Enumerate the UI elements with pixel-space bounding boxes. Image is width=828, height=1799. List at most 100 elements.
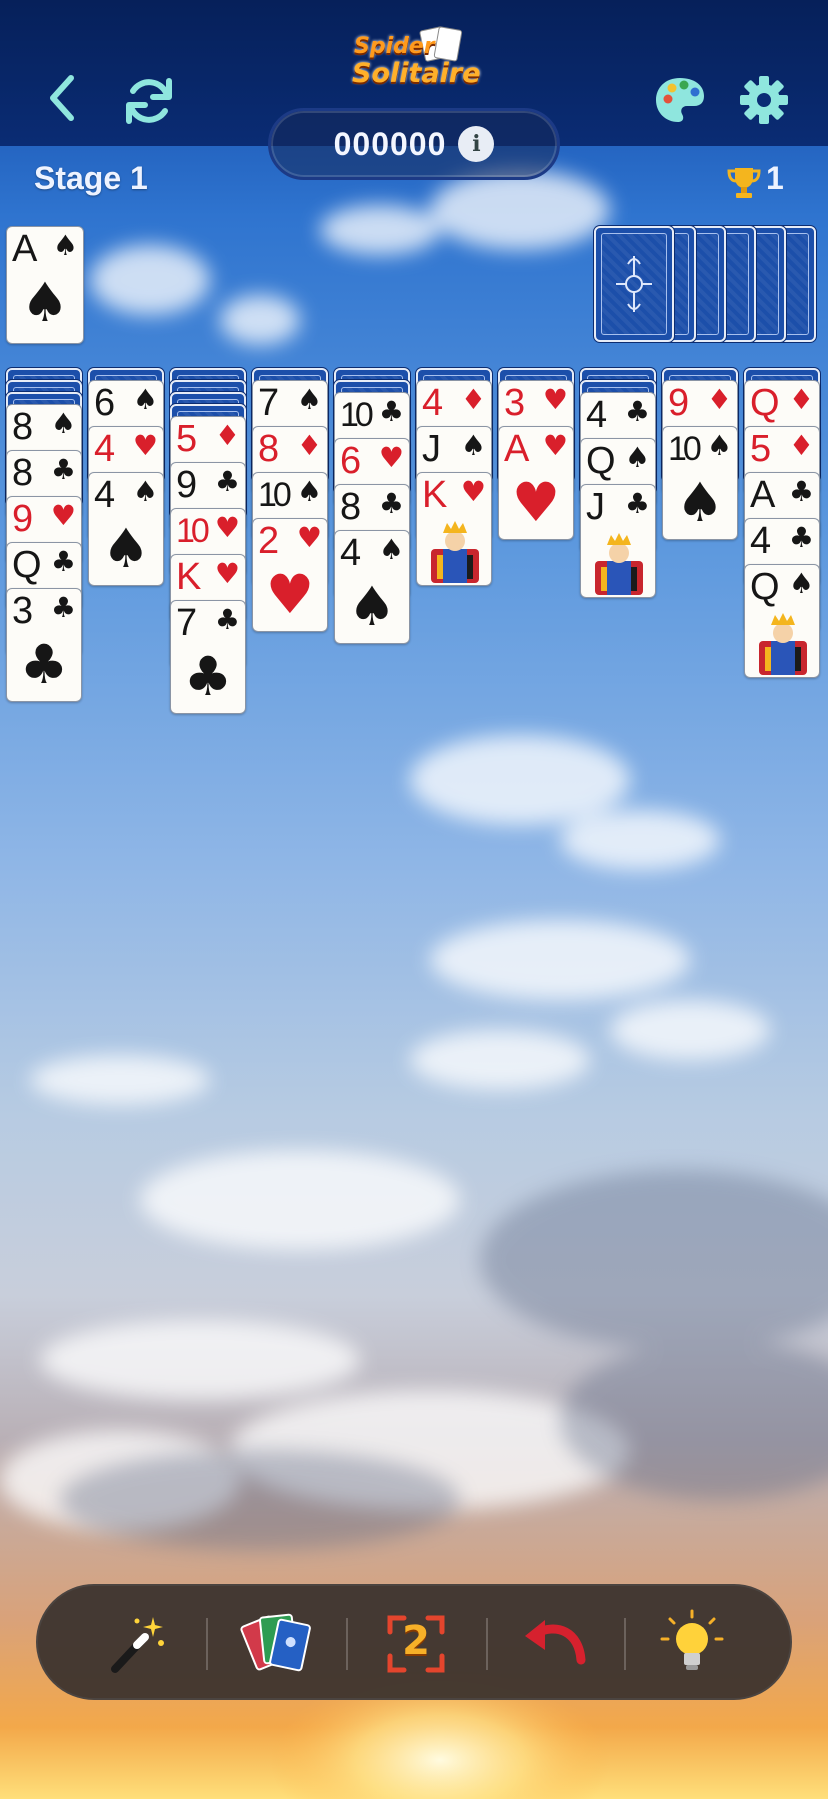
card-rank: 6	[94, 382, 115, 424]
playing-card-3-club[interactable]: 3 ♣ ♣	[6, 588, 82, 702]
diamond-icon: ♦	[788, 383, 814, 416]
card-rank: K	[422, 474, 447, 516]
club-icon: ♣	[214, 465, 240, 498]
club-large-icon: ♣	[183, 645, 233, 708]
card-rank: J	[422, 428, 441, 470]
spade-icon: ♠	[296, 383, 322, 416]
undo-button[interactable]	[516, 1604, 596, 1684]
court-figure-icon	[595, 533, 643, 595]
card-rank: 7	[258, 382, 279, 424]
card-rank: A	[12, 228, 37, 270]
foundation-card: A ♠ ♠	[6, 226, 84, 344]
deal-cards-icon	[240, 1613, 311, 1672]
card-rank: 8	[12, 452, 33, 494]
card-rank: 4	[94, 428, 115, 470]
heart-large-icon: ♥	[265, 563, 315, 626]
card-rank: A	[750, 474, 775, 516]
card-rank: 9	[176, 464, 197, 506]
card-rank: 5	[750, 428, 771, 470]
card-rank: 9	[668, 382, 689, 424]
club-icon: ♣	[50, 545, 76, 578]
playing-card-10-spade[interactable]: 10 ♠ ♠	[662, 426, 738, 540]
club-icon: ♣	[214, 603, 240, 636]
card-rank: 10	[668, 430, 702, 468]
restart-button[interactable]	[118, 70, 180, 132]
playing-card-4-spade[interactable]: 4 ♠ ♠	[334, 530, 410, 644]
card-rank: 3	[12, 590, 33, 632]
diamond-icon: ♦	[296, 429, 322, 462]
card-rank: Q	[12, 544, 42, 586]
card-suit: ♠	[52, 229, 78, 262]
club-icon: ♣	[788, 475, 814, 508]
club-icon: ♣	[624, 487, 650, 520]
magic-wand-icon	[111, 1617, 164, 1673]
double-score-button[interactable]: 2	[376, 1604, 456, 1684]
theme-button[interactable]	[650, 70, 710, 130]
spade-icon: ♠	[296, 475, 322, 508]
trophy-icon	[727, 168, 761, 198]
refresh-icon	[126, 78, 172, 124]
playing-card-7-club[interactable]: 7 ♣ ♣	[170, 600, 246, 714]
card-rank: 8	[340, 486, 361, 528]
toolbar-divider	[486, 1618, 488, 1670]
spade-icon: ♠	[788, 567, 814, 600]
spade-icon: ♠	[132, 475, 158, 508]
playing-card-4-spade[interactable]: 4 ♠ ♠	[88, 472, 164, 586]
playing-card-Q-spade[interactable]: Q ♠	[744, 564, 820, 678]
chevron-left-icon	[50, 75, 74, 121]
playing-card-A-heart[interactable]: A ♥ ♥	[498, 426, 574, 540]
card-rank: K	[176, 556, 201, 598]
info-icon[interactable]: i	[458, 126, 495, 162]
spade-large-icon: ♠	[347, 575, 397, 638]
spade-icon: ♠	[50, 407, 76, 440]
logo-card-icon	[433, 26, 463, 62]
playing-card-K-heart[interactable]: K ♥	[416, 472, 492, 586]
diamond-icon: ♦	[214, 419, 240, 452]
club-large-icon: ♣	[19, 633, 69, 696]
spade-large-icon: ♠	[101, 517, 151, 580]
court-figure-icon	[759, 613, 807, 675]
club-icon: ♣	[378, 395, 404, 428]
club-icon: ♣	[624, 395, 650, 428]
lightbulb-icon	[660, 1609, 724, 1670]
settings-button[interactable]	[734, 70, 794, 130]
diamond-icon: ♦	[788, 429, 814, 462]
game-logo: Spider Solitaire	[350, 25, 481, 90]
card-rank: A	[504, 428, 529, 470]
card-back-ornament-icon	[616, 256, 652, 312]
club-icon: ♣	[50, 453, 76, 486]
palette-icon	[656, 78, 704, 122]
heart-icon: ♥	[378, 441, 404, 474]
hint-button[interactable]	[652, 1604, 732, 1684]
playing-card-2-heart[interactable]: 2 ♥ ♥	[252, 518, 328, 632]
card-rank: Q	[750, 382, 780, 424]
diamond-icon: ♦	[706, 383, 732, 416]
score-value: 000000	[333, 125, 447, 162]
stock-card-back[interactable]	[594, 226, 674, 342]
action-toolbar: 2	[36, 1584, 792, 1700]
card-rank: 7	[176, 602, 197, 644]
heart-icon: ♥	[132, 429, 158, 462]
toolbar-divider	[206, 1618, 208, 1670]
logo-word-solitaire: Solitaire	[352, 58, 481, 89]
magic-wand-button[interactable]	[96, 1604, 176, 1684]
double-label: 2	[402, 1618, 430, 1664]
card-rank: 6	[340, 440, 361, 482]
deal-cards-button[interactable]	[238, 1604, 318, 1684]
card-rank: 8	[12, 406, 33, 448]
stock-pile[interactable]	[594, 226, 824, 344]
card-rank: 10	[340, 396, 374, 434]
undo-arrow-icon	[525, 1620, 586, 1665]
heart-icon: ♥	[214, 511, 240, 544]
back-button[interactable]	[36, 70, 88, 126]
spade-icon: ♠	[706, 429, 732, 462]
playing-card-J-club[interactable]: J ♣	[580, 484, 656, 598]
spade-icon: ♠	[20, 271, 70, 334]
logo-word-spider: Spider	[354, 34, 435, 59]
heart-icon: ♥	[460, 475, 486, 508]
heart-icon: ♥	[542, 429, 568, 462]
card-rank: 4	[340, 532, 361, 574]
heart-icon: ♥	[50, 499, 76, 532]
card-rank: 4	[586, 394, 607, 436]
card-rank: 10	[258, 476, 292, 514]
